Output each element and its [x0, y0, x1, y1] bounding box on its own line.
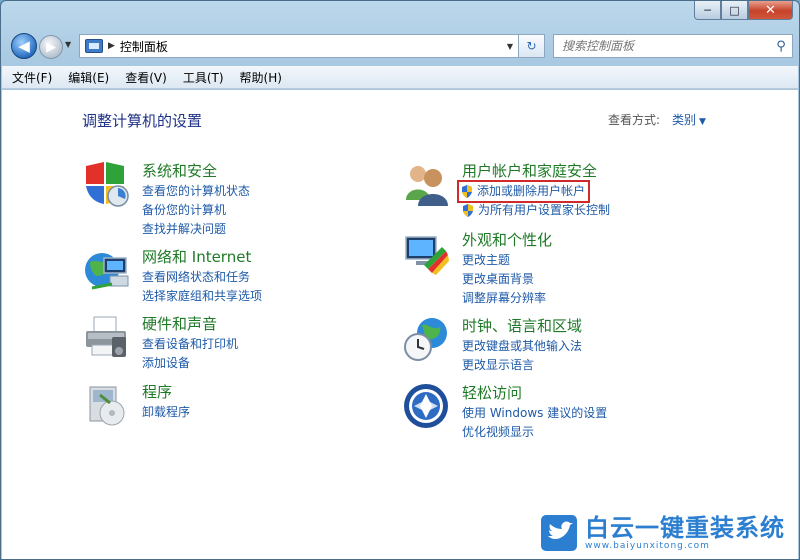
uninstall-program-link[interactable]: 卸载程序	[142, 403, 190, 422]
shield-security-icon	[86, 162, 129, 207]
address-bar[interactable]: ▶ 控制面板 ▼	[79, 34, 519, 58]
navigation-bar: ◀ ▶ ▼ ▶ 控制面板 ▼ ↻ ⚲	[1, 31, 799, 63]
clock-globe-icon	[404, 318, 447, 361]
address-dropdown-icon[interactable]: ▼	[502, 42, 518, 51]
clock-language-heading[interactable]: 时钟、语言和区域	[462, 315, 582, 336]
control-panel-window: ─ □ ✕ ◀ ▶ ▼ ▶ 控制面板 ▼ ↻ ⚲ 文件(F) 编辑(E) 查看(…	[0, 0, 800, 560]
refresh-button[interactable]: ↻	[519, 34, 545, 58]
network-globe-icon	[85, 253, 129, 290]
programs-heading[interactable]: 程序	[142, 381, 172, 402]
menu-edit[interactable]: 编辑(E)	[68, 69, 109, 86]
parental-controls-label: 为所有用户设置家长控制	[478, 203, 611, 217]
menu-help[interactable]: 帮助(H)	[240, 69, 282, 86]
windows-suggested-settings-link[interactable]: 使用 Windows 建议的设置	[462, 404, 607, 423]
breadcrumb-control-panel[interactable]: 控制面板	[120, 38, 502, 55]
network-internet-heading[interactable]: 网络和 Internet	[142, 246, 251, 267]
devices-printers-link[interactable]: 查看设备和打印机	[142, 335, 238, 354]
content-area: 调整计算机的设置 查看方式: 类别 ▼ 系统和安全 查看您的计算机状态 备份您的计…	[2, 90, 798, 559]
forward-button[interactable]: ▶	[39, 35, 63, 59]
add-remove-user-link[interactable]: 添加或删除用户帐户	[457, 180, 610, 203]
chevron-down-icon: ▼	[699, 117, 706, 127]
change-background-link[interactable]: 更改桌面背景	[462, 270, 546, 289]
optimize-video-link[interactable]: 优化视频显示	[462, 423, 607, 442]
bird-logo-icon	[541, 515, 577, 551]
view-network-status-link[interactable]: 查看网络状态和任务	[142, 268, 262, 287]
search-input[interactable]	[560, 38, 770, 54]
change-display-language-link[interactable]: 更改显示语言	[462, 356, 582, 375]
user-accounts-heading[interactable]: 用户帐户和家庭安全	[462, 160, 597, 181]
change-theme-link[interactable]: 更改主题	[462, 251, 546, 270]
monitor-palette-icon	[405, 236, 449, 275]
search-icon[interactable]: ⚲	[770, 39, 792, 54]
programs-box-icon	[89, 386, 125, 426]
view-computer-status-link[interactable]: 查看您的计算机状态	[142, 182, 250, 201]
view-by-dropdown[interactable]: 类别 ▼	[672, 111, 706, 128]
ease-of-access-icon	[404, 384, 448, 428]
add-device-link[interactable]: 添加设备	[142, 354, 238, 373]
users-icon	[406, 166, 448, 206]
page-title: 调整计算机的设置	[82, 112, 203, 130]
uac-shield-icon	[463, 204, 473, 217]
parental-controls-link[interactable]: 为所有用户设置家长控制	[462, 201, 610, 220]
watermark-url: www.baiyunxitong.com	[585, 540, 710, 551]
system-security-heading[interactable]: 系统和安全	[142, 160, 217, 181]
ease-of-access-heading[interactable]: 轻松访问	[462, 382, 522, 403]
view-by-label: 查看方式:	[608, 113, 661, 127]
appearance-heading[interactable]: 外观和个性化	[462, 229, 552, 250]
recent-pages-dropdown[interactable]: ▼	[65, 40, 71, 49]
hardware-sound-heading[interactable]: 硬件和声音	[142, 313, 217, 334]
screen-resolution-link[interactable]: 调整屏幕分辨率	[462, 289, 546, 308]
maximize-button[interactable]: □	[721, 1, 748, 20]
watermark: 白云一键重装系统 www.baiyunxitong.com	[541, 513, 796, 553]
breadcrumb-arrow-icon[interactable]: ▶	[108, 41, 115, 51]
control-panel-icon	[85, 39, 103, 53]
add-remove-user-label: 添加或删除用户帐户	[477, 184, 586, 198]
watermark-title: 白云一键重装系统	[585, 513, 785, 542]
search-box[interactable]: ⚲	[553, 34, 793, 58]
menu-bar: 文件(F) 编辑(E) 查看(V) 工具(T) 帮助(H)	[2, 66, 798, 89]
caption-buttons: ─ □ ✕	[694, 1, 793, 20]
back-button[interactable]: ◀	[11, 33, 37, 59]
backup-computer-link[interactable]: 备份您的计算机	[142, 201, 250, 220]
close-button[interactable]: ✕	[748, 1, 793, 20]
highlight-box: 添加或删除用户帐户	[457, 180, 591, 203]
change-keyboard-link[interactable]: 更改键盘或其他输入法	[462, 337, 582, 356]
uac-shield-icon	[462, 185, 472, 198]
minimize-button[interactable]: ─	[694, 1, 721, 20]
homegroup-sharing-link[interactable]: 选择家庭组和共享选项	[142, 287, 262, 306]
menu-tools[interactable]: 工具(T)	[183, 69, 224, 86]
troubleshoot-link[interactable]: 查找并解决问题	[142, 220, 250, 239]
menu-view[interactable]: 查看(V)	[125, 69, 167, 86]
view-by-value: 类别	[672, 113, 697, 127]
printer-icon	[86, 316, 126, 357]
menu-file[interactable]: 文件(F)	[12, 69, 52, 86]
